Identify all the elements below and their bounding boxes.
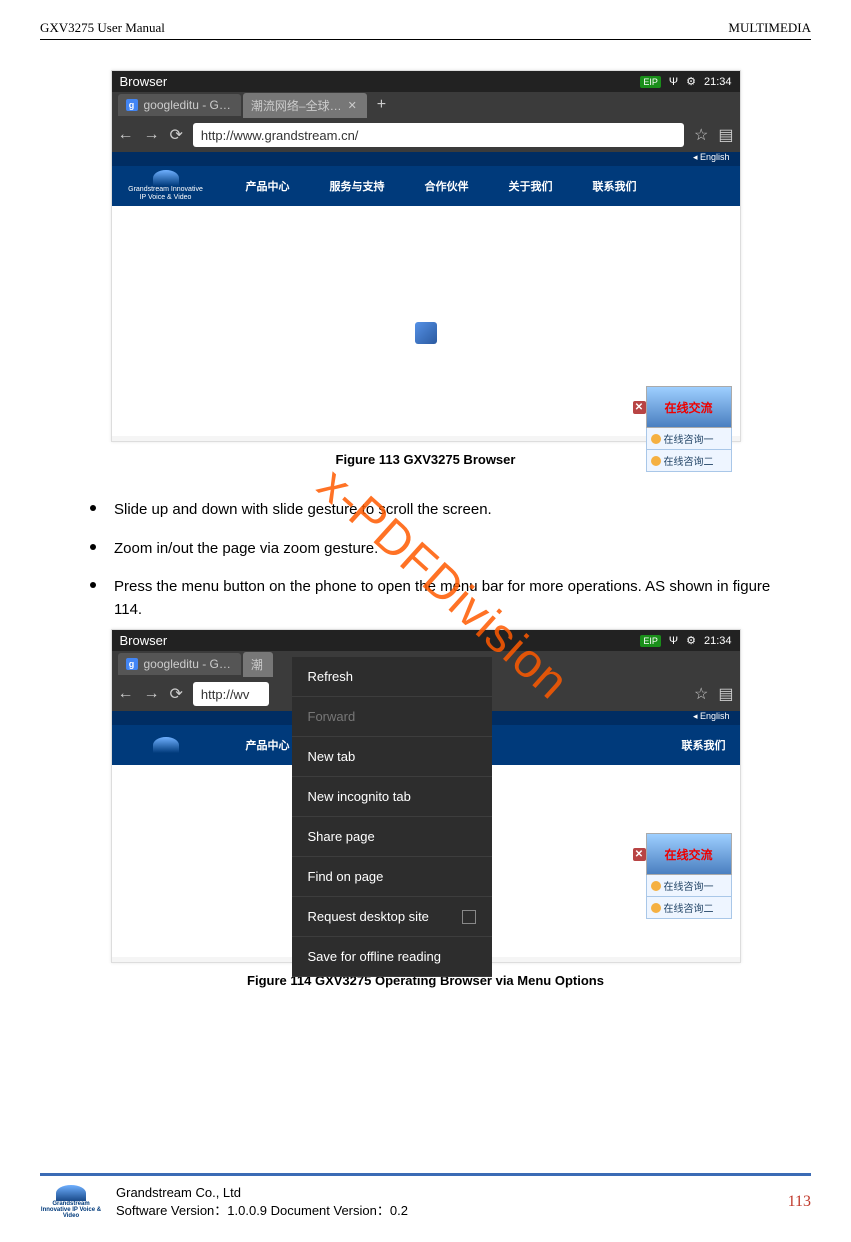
menu-item-refresh[interactable]: Refresh — [292, 657, 492, 697]
site-header: Grandstream Innovative IP Voice & Video … — [112, 166, 740, 206]
back-icon[interactable]: ← — [118, 126, 134, 144]
chat-option[interactable]: 在线咨询二 — [646, 897, 732, 919]
figure-113-screenshot: Browser EIP Ψ ⚙ 21:34 g googleditu - G… … — [111, 70, 741, 442]
bullet-icon — [651, 881, 661, 891]
back-icon[interactable]: ← — [118, 685, 134, 703]
browser-tab-1[interactable]: g googleditu - G… — [118, 653, 241, 675]
grandstream-logo-icon: Grandstream Innovative IP Voice & Video — [40, 1185, 102, 1219]
grandstream-logo-icon: Grandstream Innovative IP Voice & Video — [126, 170, 206, 202]
google-icon: g — [126, 658, 138, 670]
chat-option[interactable]: 在线咨询二 — [646, 450, 732, 472]
url-field[interactable]: http://wv — [193, 682, 269, 706]
nav-item[interactable]: 关于我们 — [509, 178, 553, 194]
page-number: 113 — [788, 1193, 811, 1211]
bookmark-star-icon[interactable]: ☆ — [694, 125, 708, 145]
bookmarks-icon[interactable]: ▤ — [718, 684, 733, 704]
checkbox-icon[interactable] — [462, 910, 476, 924]
nav-item[interactable]: 合作伙伴 — [425, 178, 469, 194]
menu-item-forward: Forward — [292, 697, 492, 737]
online-chat-widget[interactable]: ✕ 在线交流 在线咨询一 在线咨询二 — [646, 833, 732, 919]
cube-icon — [415, 322, 437, 344]
language-toggle[interactable]: ◂ English — [693, 152, 730, 163]
menu-item-new-tab[interactable]: New tab — [292, 737, 492, 777]
tab-label: 潮 — [251, 656, 263, 673]
google-icon: g — [126, 99, 138, 111]
header-right: MULTIMEDIA — [728, 20, 811, 36]
callout-title: 在线交流 — [664, 846, 712, 863]
eip-badge-icon: EIP — [640, 635, 661, 647]
url-field[interactable]: http://www.grandstream.cn/ — [193, 123, 684, 147]
bullet-icon — [651, 434, 661, 444]
online-chat-widget[interactable]: ✕ 在线交流 在线咨询一 在线咨询二 — [646, 386, 732, 472]
close-icon[interactable]: ✕ — [633, 848, 646, 861]
menu-item-offline[interactable]: Save for offline reading — [292, 937, 492, 977]
bookmarks-icon[interactable]: ▤ — [718, 125, 733, 145]
grandstream-logo-icon — [126, 729, 206, 761]
reload-icon[interactable]: ⟳ — [170, 684, 183, 704]
header-rule — [40, 39, 811, 40]
bullet-list: Slide up and down with slide gesture to … — [90, 491, 781, 629]
psi-icon: Ψ — [669, 76, 678, 88]
language-toggle[interactable]: ◂ English — [693, 711, 730, 722]
nav-item[interactable]: 产品中心 — [246, 178, 290, 194]
browser-tab-2[interactable]: 潮 — [243, 652, 273, 677]
psi-icon: Ψ — [669, 635, 678, 647]
reload-icon[interactable]: ⟳ — [170, 125, 183, 145]
tab-label: googleditu - G… — [144, 98, 231, 112]
bullet-text: Press the menu button on the phone to op… — [114, 568, 781, 629]
menu-item-share[interactable]: Share page — [292, 817, 492, 857]
site-body: ✕ 在线交流 在线咨询一 在线咨询二 — [112, 206, 740, 436]
bullet-icon — [651, 903, 661, 913]
bullet-text: Zoom in/out the page via zoom gesture. — [114, 530, 781, 569]
bookmark-star-icon[interactable]: ☆ — [694, 684, 708, 704]
bullet-icon — [90, 505, 96, 511]
chat-option[interactable]: 在线咨询一 — [646, 875, 732, 897]
footer-rule — [40, 1173, 811, 1176]
nav-item[interactable]: 联系我们 — [682, 737, 726, 753]
settings-gear-icon: ⚙ — [686, 75, 696, 88]
bullet-icon — [90, 544, 96, 550]
header-left: GXV3275 User Manual — [40, 20, 165, 36]
close-icon[interactable]: ✕ — [633, 401, 646, 414]
figure-114-screenshot: Browser EIP Ψ ⚙ 21:34 g googleditu - G… … — [111, 629, 741, 963]
status-time: 21:34 — [704, 76, 732, 88]
app-title: Browser — [120, 74, 168, 89]
tab-label: 潮流网络–全球… — [251, 97, 342, 114]
nav-item[interactable]: 服务与支持 — [330, 178, 385, 194]
bullet-icon — [651, 456, 661, 466]
callout-title: 在线交流 — [664, 399, 712, 416]
nav-item[interactable]: 联系我们 — [593, 178, 637, 194]
browser-tab-1[interactable]: g googleditu - G… — [118, 94, 241, 116]
footer-text: Grandstream Co., Ltd Software Version：1.… — [116, 1184, 408, 1220]
tab-label: googleditu - G… — [144, 657, 231, 671]
bullet-icon — [90, 582, 96, 588]
app-title: Browser — [120, 633, 168, 648]
browser-tab-2[interactable]: 潮流网络–全球… ✕ — [243, 93, 367, 118]
menu-item-find[interactable]: Find on page — [292, 857, 492, 897]
chat-option[interactable]: 在线咨询一 — [646, 428, 732, 450]
bullet-text: Slide up and down with slide gesture to … — [114, 491, 781, 530]
menu-item-desktop-site[interactable]: Request desktop site — [292, 897, 492, 937]
menu-item-incognito[interactable]: New incognito tab — [292, 777, 492, 817]
status-time: 21:34 — [704, 635, 732, 647]
forward-icon[interactable]: → — [144, 126, 160, 144]
forward-icon[interactable]: → — [144, 685, 160, 703]
nav-item[interactable]: 产品中心 — [246, 737, 290, 753]
new-tab-button[interactable]: + — [369, 96, 394, 114]
eip-badge-icon: EIP — [640, 76, 661, 88]
settings-gear-icon: ⚙ — [686, 634, 696, 647]
browser-context-menu: Refresh Forward New tab New incognito ta… — [292, 657, 492, 977]
close-icon[interactable]: ✕ — [348, 99, 357, 112]
